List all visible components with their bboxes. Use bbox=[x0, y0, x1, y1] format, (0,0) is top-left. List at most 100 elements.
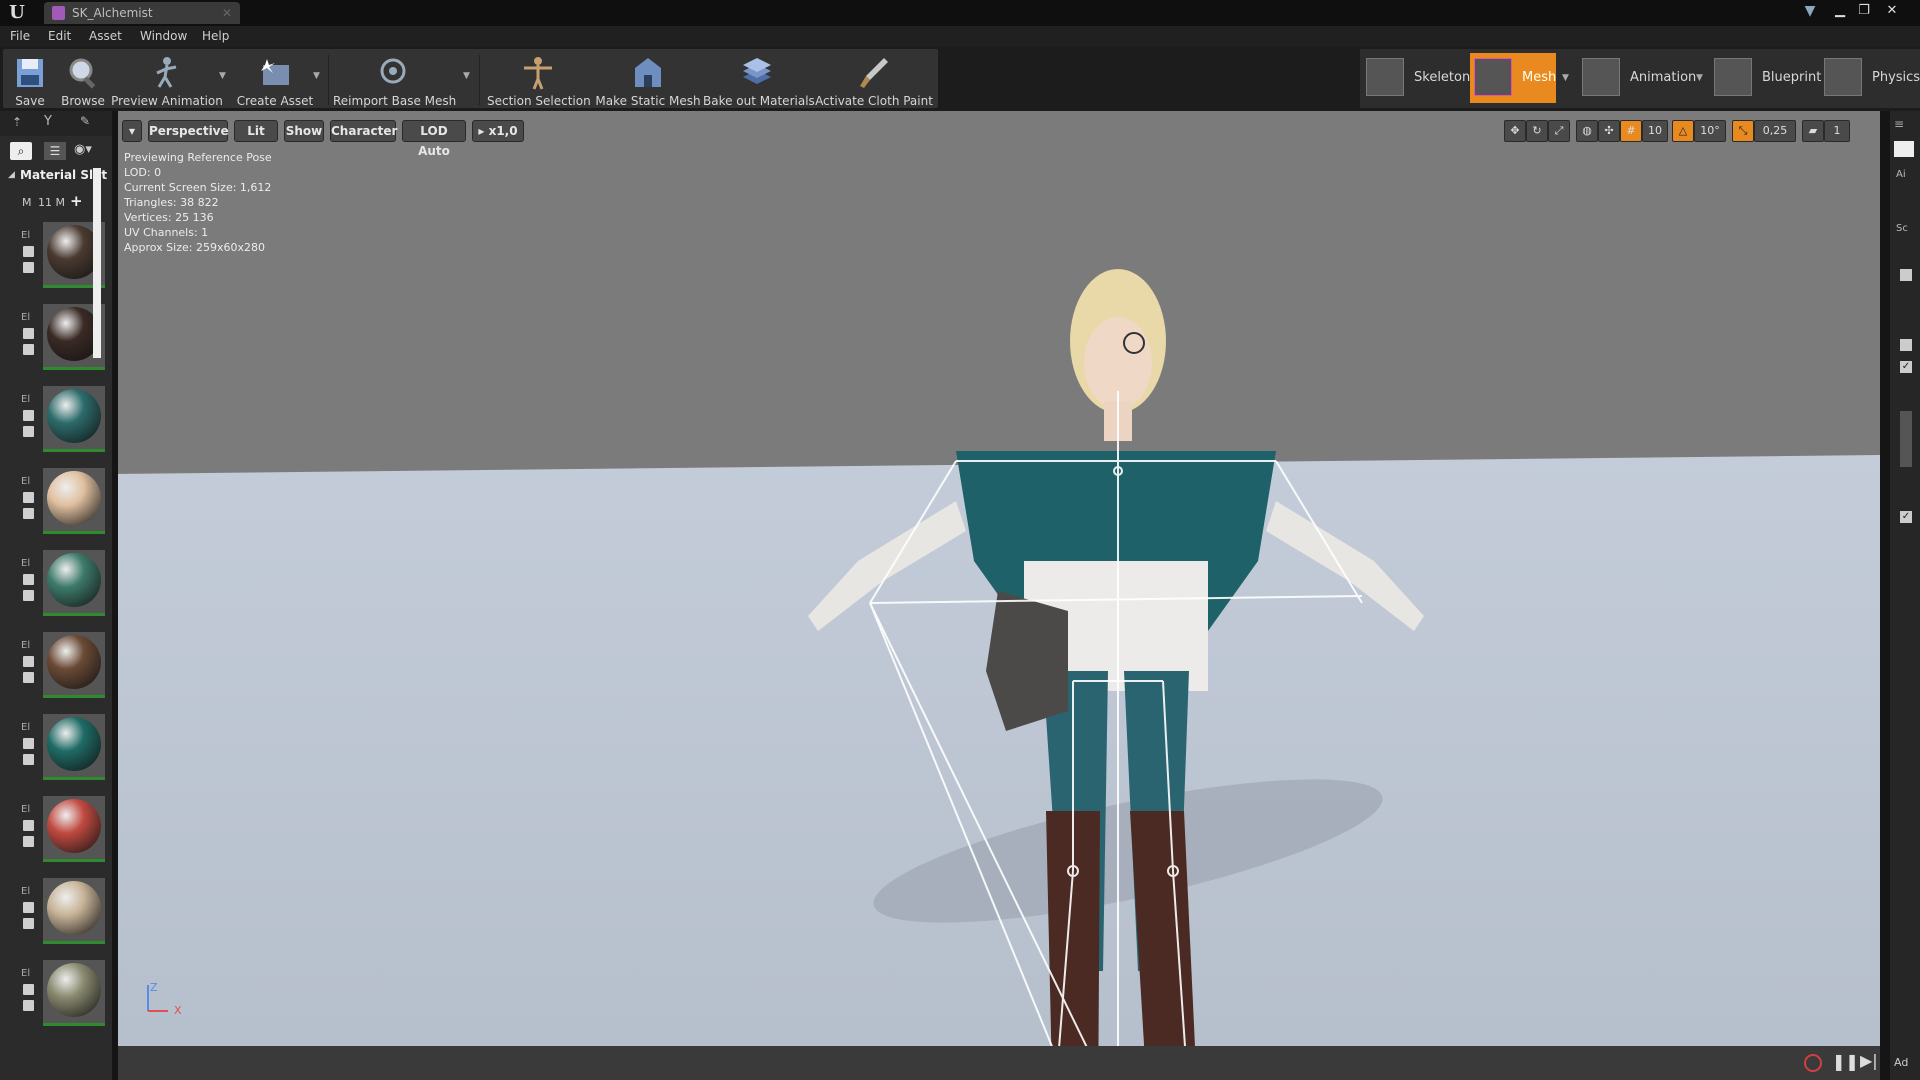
search-icon[interactable]: ⌕ bbox=[10, 142, 32, 160]
menu-help[interactable]: Help bbox=[202, 26, 229, 47]
menu-asset[interactable]: Asset bbox=[89, 26, 122, 47]
viewport[interactable]: ▾ Perspective Lit Show Character LOD Aut… bbox=[118, 111, 1880, 1046]
section-selection-button[interactable]: Section Selection bbox=[487, 51, 591, 109]
visibility-eye-icon[interactable]: ◉▾ bbox=[74, 142, 92, 157]
material-thumbnail[interactable] bbox=[43, 386, 105, 452]
bake-out-materials-button[interactable]: Bake out Materials bbox=[703, 51, 815, 109]
scale-snap-value[interactable]: 0,25 bbox=[1754, 120, 1796, 142]
menu-edit[interactable]: Edit bbox=[48, 26, 71, 47]
character-button[interactable]: Character bbox=[330, 120, 397, 142]
checkbox[interactable] bbox=[23, 574, 34, 585]
color-swatch[interactable] bbox=[1900, 411, 1912, 467]
record-icon[interactable] bbox=[1804, 1054, 1822, 1072]
lit-button[interactable]: Lit bbox=[234, 120, 278, 142]
material-thumbnail[interactable] bbox=[43, 714, 105, 780]
material-slot[interactable]: El bbox=[0, 796, 112, 876]
branch-icon[interactable]: Y bbox=[44, 114, 52, 129]
world-local-icon[interactable]: ◍ bbox=[1576, 120, 1598, 142]
rotation-snap-icon[interactable]: △ bbox=[1672, 120, 1694, 142]
lod-button[interactable]: LOD Auto bbox=[402, 120, 466, 158]
grid-snap-icon[interactable]: # bbox=[1620, 120, 1642, 142]
checkbox[interactable] bbox=[23, 262, 34, 273]
checkbox[interactable] bbox=[1900, 339, 1912, 351]
checkbox[interactable] bbox=[23, 984, 34, 995]
checkbox[interactable] bbox=[23, 836, 34, 847]
brush-icon[interactable]: ✎ bbox=[80, 114, 90, 128]
pause-icon[interactable]: ❚❚ bbox=[1832, 1052, 1859, 1071]
activate-cloth-paint-button[interactable]: Activate Cloth Paint bbox=[815, 51, 933, 109]
preview-animation-dropdown-icon[interactable]: ▼ bbox=[219, 71, 229, 81]
surface-snap-icon[interactable]: ✣ bbox=[1598, 120, 1620, 142]
list-view-icon[interactable]: ☰ bbox=[44, 142, 66, 160]
material-slot[interactable]: El bbox=[0, 468, 112, 548]
playback-speed-button[interactable]: ▸ x1,0 bbox=[472, 120, 524, 142]
checkbox-checked[interactable]: ✓ bbox=[1900, 361, 1912, 373]
show-button[interactable]: Show bbox=[284, 120, 324, 142]
checkbox[interactable] bbox=[23, 656, 34, 667]
mesh-mode-dropdown-icon[interactable]: ▼ bbox=[1562, 73, 1572, 83]
create-asset-dropdown-icon[interactable]: ▼ bbox=[313, 71, 323, 81]
material-thumbnail[interactable] bbox=[43, 960, 105, 1026]
perspective-button[interactable]: Perspective bbox=[148, 120, 229, 142]
material-thumbnail[interactable] bbox=[43, 878, 105, 944]
material-thumbnail[interactable] bbox=[43, 468, 105, 534]
make-static-mesh-button[interactable]: Make Static Mesh bbox=[595, 51, 701, 109]
menu-window[interactable]: Window bbox=[140, 26, 187, 47]
material-slot[interactable]: El bbox=[0, 714, 112, 794]
step-forward-icon[interactable]: ▶| bbox=[1860, 1051, 1878, 1070]
scrollbar[interactable] bbox=[93, 168, 101, 358]
minimize-icon[interactable]: ▁ bbox=[1828, 2, 1852, 20]
add-material-icon[interactable]: + bbox=[70, 192, 83, 210]
reimport-base-mesh-button[interactable]: Reimport Base Mesh bbox=[333, 51, 456, 109]
camera-speed-icon[interactable]: ▰ bbox=[1802, 120, 1824, 142]
mode-mesh[interactable]: Mesh bbox=[1470, 53, 1556, 103]
rotate-icon[interactable]: ↻ bbox=[1526, 120, 1548, 142]
material-thumbnail[interactable] bbox=[43, 796, 105, 862]
mode-blueprint[interactable]: Blueprint bbox=[1710, 53, 1821, 103]
checkbox[interactable] bbox=[23, 738, 34, 749]
panel-menu-icon[interactable]: ≡ bbox=[1894, 117, 1904, 131]
grid-snap-value[interactable]: 10 bbox=[1642, 120, 1668, 142]
collapse-arrow-icon[interactable]: ◢ bbox=[8, 170, 15, 180]
checkbox-checked[interactable]: ✓ bbox=[1900, 511, 1912, 523]
checkbox[interactable] bbox=[23, 344, 34, 355]
reimport-dropdown-icon[interactable]: ▼ bbox=[463, 71, 473, 81]
create-asset-button[interactable]: Create Asset bbox=[235, 51, 315, 109]
translate-icon[interactable]: ✥ bbox=[1504, 120, 1526, 142]
material-slot[interactable]: El bbox=[0, 960, 112, 1040]
pin-icon[interactable]: ⇡ bbox=[12, 115, 22, 129]
camera-speed-value[interactable]: 1 bbox=[1824, 120, 1850, 142]
browse-button[interactable]: Browse bbox=[55, 51, 111, 109]
checkbox[interactable] bbox=[23, 820, 34, 831]
save-button[interactable]: Save bbox=[5, 51, 55, 109]
close-tab-icon[interactable]: ✕ bbox=[222, 2, 232, 24]
checkbox[interactable] bbox=[23, 246, 34, 257]
checkbox[interactable] bbox=[23, 492, 34, 503]
checkbox[interactable] bbox=[1900, 269, 1912, 281]
material-thumbnail[interactable] bbox=[43, 550, 105, 616]
checkbox[interactable] bbox=[23, 754, 34, 765]
restore-icon[interactable]: ❐ bbox=[1852, 2, 1876, 20]
scale-snap-icon[interactable]: ⤡ bbox=[1732, 120, 1754, 142]
checkbox[interactable] bbox=[23, 426, 34, 437]
checkbox[interactable] bbox=[23, 1000, 34, 1011]
menu-file[interactable]: File bbox=[10, 26, 30, 47]
material-slot[interactable]: El bbox=[0, 386, 112, 466]
mode-skeleton[interactable]: Skeleton bbox=[1362, 53, 1470, 103]
document-tab[interactable]: SK_Alchemist ✕ bbox=[44, 2, 240, 24]
material-thumbnail[interactable] bbox=[43, 632, 105, 698]
close-window-icon[interactable]: ✕ bbox=[1880, 2, 1904, 20]
notification-icon[interactable]: ▼ bbox=[1800, 3, 1820, 23]
checkbox[interactable] bbox=[23, 410, 34, 421]
material-slot[interactable]: El bbox=[0, 550, 112, 630]
checkbox[interactable] bbox=[23, 672, 34, 683]
material-slot[interactable]: El bbox=[0, 878, 112, 958]
checkbox[interactable] bbox=[23, 918, 34, 929]
mode-physics[interactable]: Physics bbox=[1820, 53, 1920, 103]
checkbox[interactable] bbox=[23, 328, 34, 339]
checkbox[interactable] bbox=[23, 508, 34, 519]
rotation-snap-value[interactable]: 10° bbox=[1694, 120, 1726, 142]
preview-animation-button[interactable]: Preview Animation bbox=[111, 51, 223, 109]
scale-icon[interactable]: ⤢ bbox=[1548, 120, 1570, 142]
search-icon[interactable] bbox=[1894, 141, 1914, 157]
